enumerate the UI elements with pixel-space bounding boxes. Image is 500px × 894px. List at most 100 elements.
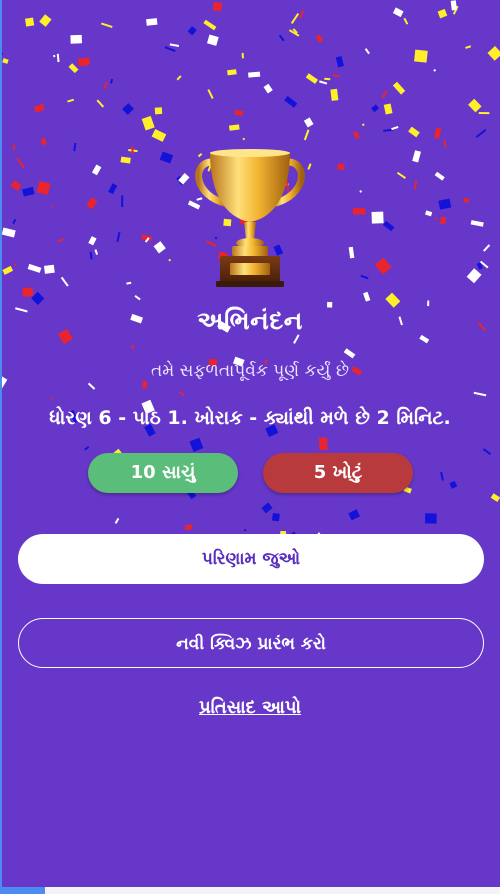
confetti-piece bbox=[153, 241, 166, 254]
confetti-piece bbox=[352, 208, 366, 215]
confetti-piece bbox=[419, 334, 430, 344]
wrong-count-badge: 5 ખોટું bbox=[263, 453, 413, 493]
confetti-piece bbox=[141, 115, 155, 131]
confetti-piece bbox=[425, 210, 433, 217]
give-feedback-link[interactable]: પ્રતિસાદ આપો bbox=[0, 697, 500, 718]
confetti-piece bbox=[73, 142, 77, 152]
confetti-piece bbox=[189, 437, 204, 452]
confetti-piece bbox=[131, 344, 135, 350]
confetti-piece bbox=[126, 281, 132, 285]
confetti-piece bbox=[176, 175, 186, 186]
confetti-piece bbox=[383, 103, 393, 115]
confetti-piece bbox=[371, 211, 384, 224]
confetti-piece bbox=[392, 81, 406, 95]
confetti-piece bbox=[22, 186, 35, 197]
confetti-piece bbox=[31, 291, 45, 305]
confetti-piece bbox=[16, 157, 25, 169]
confetti-piece bbox=[298, 10, 305, 20]
view-results-button[interactable]: પરિણામ જુઓ bbox=[18, 534, 484, 584]
confetti-piece bbox=[89, 251, 93, 260]
confetti-piece bbox=[1, 227, 16, 238]
confetti-piece bbox=[482, 448, 492, 455]
confetti-piece bbox=[131, 146, 134, 154]
confetti-piece bbox=[475, 129, 487, 138]
confetti-piece bbox=[391, 126, 399, 131]
confetti-piece bbox=[408, 126, 420, 138]
confetti-piece bbox=[141, 234, 153, 242]
confetti-piece bbox=[383, 128, 394, 132]
confetti-piece bbox=[292, 28, 298, 34]
confetti-piece bbox=[39, 14, 52, 27]
confetti-piece bbox=[94, 249, 99, 255]
confetti-piece bbox=[462, 197, 470, 204]
confetti-piece bbox=[290, 13, 300, 24]
completion-message: તમે સફળતાપૂર્વક પૂર્ણ કર્યું છે bbox=[150, 361, 350, 381]
confetti-piece bbox=[413, 180, 418, 190]
confetti-piece bbox=[13, 263, 17, 266]
confetti-piece bbox=[242, 137, 246, 141]
confetti-piece bbox=[438, 198, 452, 210]
confetti-piece bbox=[50, 397, 53, 400]
confetti-piece bbox=[425, 513, 437, 524]
confetti-piece bbox=[324, 77, 331, 81]
confetti-piece bbox=[487, 46, 500, 61]
confetti-piece bbox=[449, 480, 458, 489]
confetti-piece bbox=[12, 218, 17, 225]
confetti-piece bbox=[412, 150, 421, 163]
confetti-piece bbox=[70, 34, 82, 44]
confetti-piece bbox=[478, 112, 490, 115]
confetti-piece bbox=[318, 437, 328, 451]
confetti-piece bbox=[305, 73, 319, 84]
confetti-piece bbox=[203, 19, 217, 31]
confetti-piece bbox=[56, 53, 60, 63]
confetti-piece bbox=[144, 237, 150, 243]
confetti-piece bbox=[24, 17, 35, 27]
confetti-piece bbox=[284, 95, 298, 108]
confetti-piece bbox=[450, 0, 457, 11]
confetti-piece bbox=[261, 502, 273, 514]
confetti-piece bbox=[120, 156, 131, 164]
confetti-piece bbox=[159, 151, 174, 164]
confetti-piece bbox=[27, 263, 42, 273]
confetti-piece bbox=[22, 287, 34, 297]
confetti-piece bbox=[303, 129, 310, 141]
confetti-piece bbox=[227, 69, 237, 76]
confetti-piece bbox=[348, 246, 355, 259]
confetti-piece bbox=[348, 509, 361, 521]
confetti-piece bbox=[43, 264, 55, 274]
confetti-piece bbox=[168, 258, 172, 262]
confetti-piece bbox=[371, 104, 380, 113]
confetti-piece bbox=[234, 109, 244, 117]
confetti-piece bbox=[360, 274, 369, 280]
confetti-piece bbox=[319, 80, 328, 85]
confetti-piece bbox=[68, 63, 79, 74]
confetti-piece bbox=[381, 90, 388, 99]
confetti-piece bbox=[244, 529, 247, 532]
confetti-piece bbox=[2, 265, 14, 275]
confetti-piece bbox=[476, 262, 483, 270]
confetti-piece bbox=[303, 117, 314, 128]
confetti-piece bbox=[490, 493, 500, 502]
confetti-piece bbox=[100, 22, 113, 28]
confetti-piece bbox=[36, 180, 51, 195]
confetti-piece bbox=[77, 57, 91, 67]
congratulations-title: અભિનંદન bbox=[197, 306, 303, 335]
confetti-piece bbox=[479, 260, 489, 269]
confetti-piece bbox=[278, 34, 285, 42]
confetti-piece bbox=[440, 471, 444, 481]
confetti-piece bbox=[84, 446, 90, 451]
confetti-piece bbox=[396, 171, 407, 179]
confetti-piece bbox=[33, 103, 45, 113]
confetti-piece bbox=[263, 83, 273, 94]
confetti-piece bbox=[12, 144, 16, 151]
confetti-piece bbox=[335, 55, 344, 68]
confetti-piece bbox=[435, 217, 438, 220]
confetti-piece bbox=[88, 236, 97, 246]
confetti-piece bbox=[382, 220, 395, 232]
confetti-piece bbox=[330, 88, 339, 101]
confetti-piece bbox=[315, 34, 324, 43]
confetti-piece bbox=[86, 197, 98, 210]
confetti-piece bbox=[176, 75, 182, 81]
confetti-piece bbox=[434, 171, 445, 181]
start-new-quiz-button[interactable]: નવી ક્વિઝ પ્રારંભ કરો bbox=[18, 618, 484, 668]
